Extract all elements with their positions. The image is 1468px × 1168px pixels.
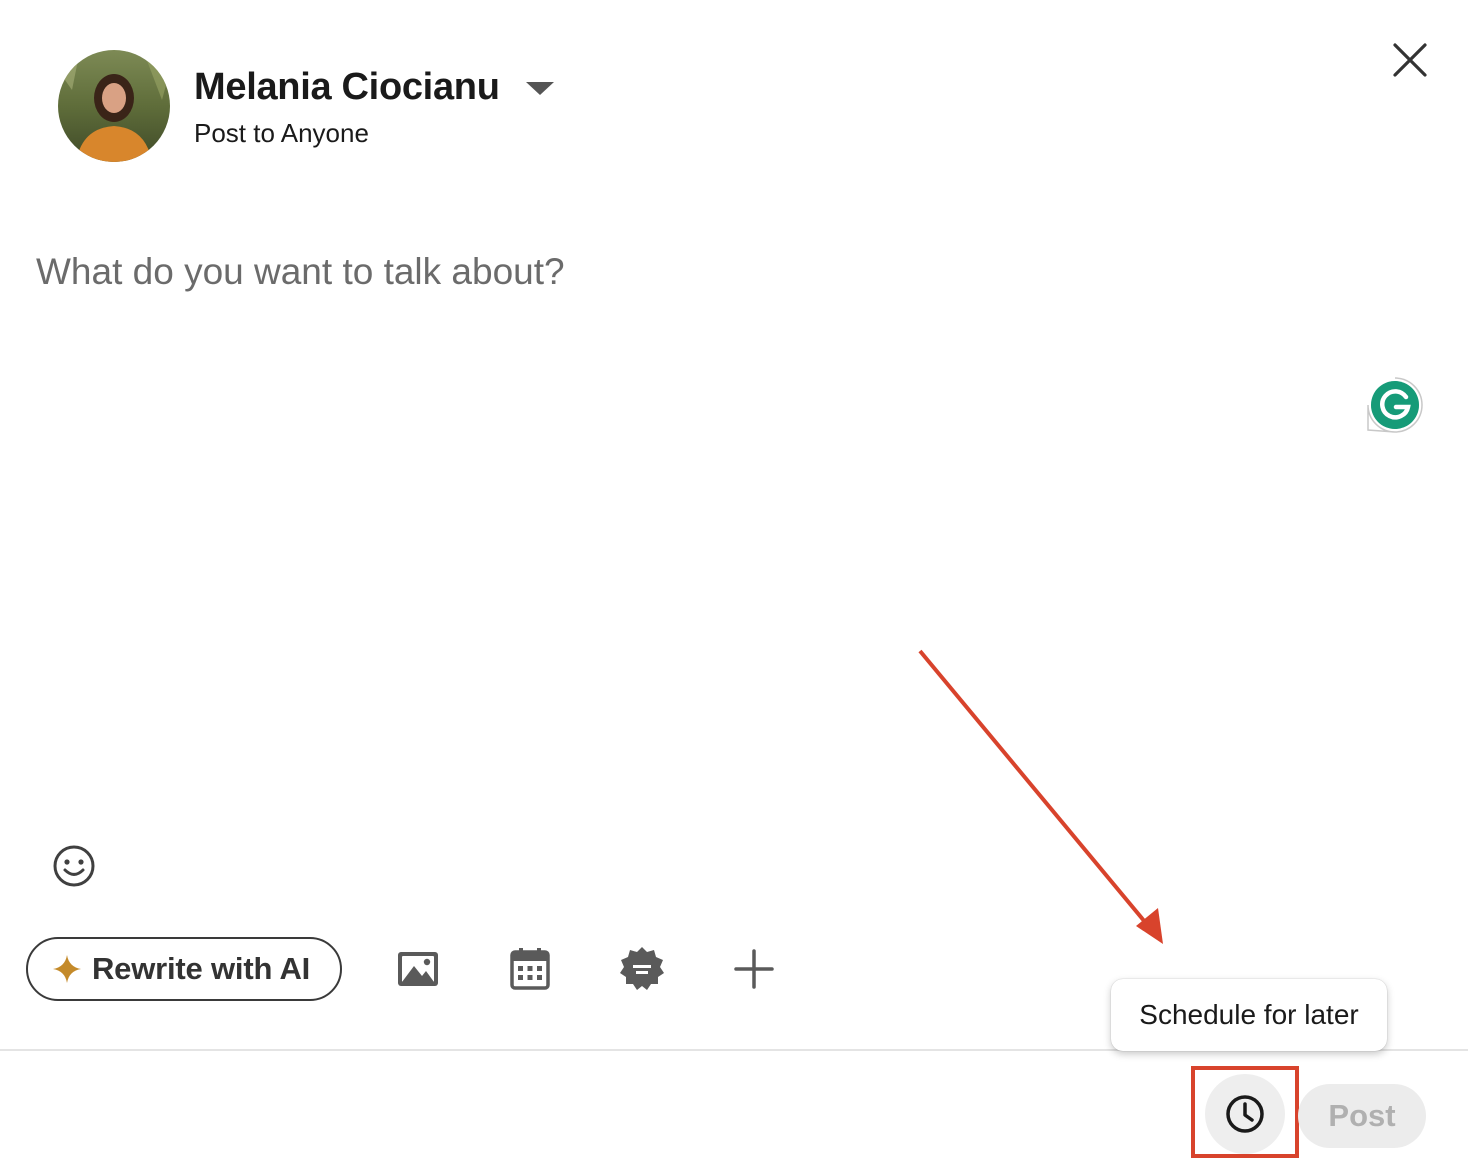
author-name: Melania Ciocianu — [194, 66, 500, 108]
grammarly-button[interactable] — [1364, 374, 1426, 436]
close-button[interactable] — [1386, 36, 1434, 84]
schedule-tooltip: Schedule for later — [1111, 979, 1387, 1051]
share-post-modal: Melania Ciocianu Post to Anyone What do … — [0, 0, 1468, 1168]
calendar-icon — [510, 948, 550, 990]
plus-icon — [734, 949, 774, 989]
smiley-icon — [53, 845, 95, 887]
close-icon — [1393, 43, 1427, 77]
post-editor[interactable] — [36, 246, 1336, 298]
image-icon — [398, 952, 438, 986]
add-media-button[interactable] — [393, 944, 443, 994]
audience-label: Post to Anyone — [194, 118, 369, 148]
more-options-button[interactable] — [729, 944, 779, 994]
author-selector[interactable]: Melania Ciocianu Post to Anyone — [194, 62, 554, 150]
celebrate-button[interactable] — [617, 944, 667, 994]
emoji-button[interactable] — [50, 842, 98, 890]
chevron-down-icon — [525, 81, 554, 95]
sparkle-icon — [53, 955, 81, 983]
profile-photo — [58, 50, 170, 162]
post-button[interactable]: Post — [1298, 1084, 1426, 1148]
create-event-button[interactable] — [505, 944, 555, 994]
avatar[interactable] — [58, 50, 170, 162]
grammarly-icon — [1367, 377, 1423, 433]
badge-icon — [620, 947, 664, 990]
rewrite-with-ai-button[interactable]: Rewrite with AI — [26, 937, 342, 1001]
rewrite-label: Rewrite with AI — [92, 951, 311, 986]
annotation-highlight-box — [1191, 1066, 1299, 1158]
